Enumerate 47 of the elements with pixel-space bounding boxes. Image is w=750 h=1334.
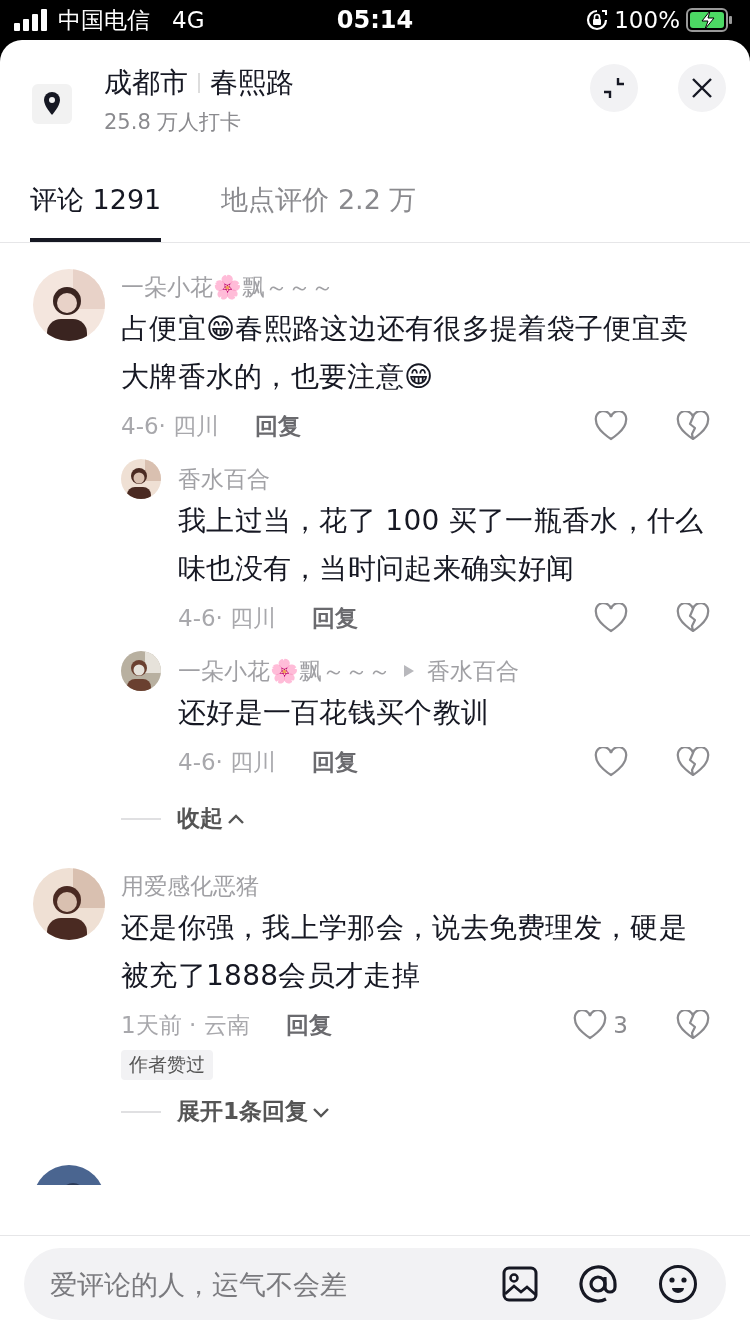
reply-arrow-icon	[403, 664, 415, 678]
like-button[interactable]	[594, 747, 628, 777]
signal-icon	[14, 9, 50, 31]
collapse-button[interactable]	[590, 64, 638, 112]
comment-text: 还是你强，我上学那会，说去免费理发，硬是被充了1888会员才走掉	[121, 910, 688, 994]
date-location: 1天前 · 云南	[121, 1010, 250, 1040]
date-location: 4-6· 四川	[121, 411, 220, 441]
reply-link[interactable]: 回复	[255, 410, 302, 442]
network-type: 4G	[172, 7, 205, 33]
comment-input-field[interactable]: 爱评论的人，运气不会差	[48, 1267, 462, 1301]
toggle-replies-button[interactable]: 展开1条回复	[177, 1096, 330, 1127]
rotation-lock-icon	[586, 9, 609, 31]
city-name: 成都市	[104, 65, 188, 101]
battery-percent: 100%	[614, 7, 680, 33]
close-icon	[691, 77, 713, 99]
like-button[interactable]	[594, 411, 628, 441]
close-button[interactable]	[678, 64, 726, 112]
reply-link[interactable]: 回复	[285, 1009, 332, 1041]
author-liked-tag: 作者赞过	[121, 1050, 213, 1080]
carrier-name: 中国电信	[58, 5, 150, 35]
emoji-icon[interactable]	[658, 1264, 698, 1304]
broken-heart-icon[interactable]	[676, 603, 710, 633]
battery-charging-icon	[686, 8, 734, 32]
mention-icon[interactable]	[578, 1264, 618, 1304]
tab[interactable]: 地点评价 2.2 万	[221, 162, 417, 242]
place-name: 春熙路	[210, 65, 294, 101]
date-location: 4-6· 四川	[178, 603, 277, 633]
comment-bar[interactable]: 爱评论的人，运气不会差	[24, 1248, 726, 1320]
image-icon[interactable]	[502, 1266, 538, 1302]
comment-text: 占便宜😁春熙路这边还有很多提着袋子便宜卖大牌香水的，也要注意😁	[121, 311, 690, 395]
caret-icon	[227, 812, 245, 825]
checkin-count: 25.8 万人打卡	[104, 109, 243, 136]
reply-link[interactable]: 回复	[312, 602, 359, 634]
comment-text: 我上过当，花了 100 买了一瓶香水，什么味也没有，当时问起来确实好闻	[178, 503, 705, 587]
status-time: 05:14	[335, 6, 415, 34]
like-button[interactable]	[594, 603, 628, 633]
broken-heart-icon[interactable]	[676, 1010, 710, 1040]
comment-text: 还好是一百花钱买个教训	[178, 695, 491, 731]
toggle-replies-button[interactable]: 收起	[177, 803, 245, 834]
location-pin-icon	[32, 84, 72, 124]
caret-icon	[312, 1105, 330, 1118]
broken-heart-icon[interactable]	[676, 411, 710, 441]
tab[interactable]: 评论 1291	[30, 162, 162, 242]
reply-link[interactable]: 回复	[312, 746, 359, 778]
date-location: 4-6· 四川	[178, 747, 277, 777]
broken-heart-icon[interactable]	[676, 747, 710, 777]
collapse-icon	[601, 75, 627, 101]
